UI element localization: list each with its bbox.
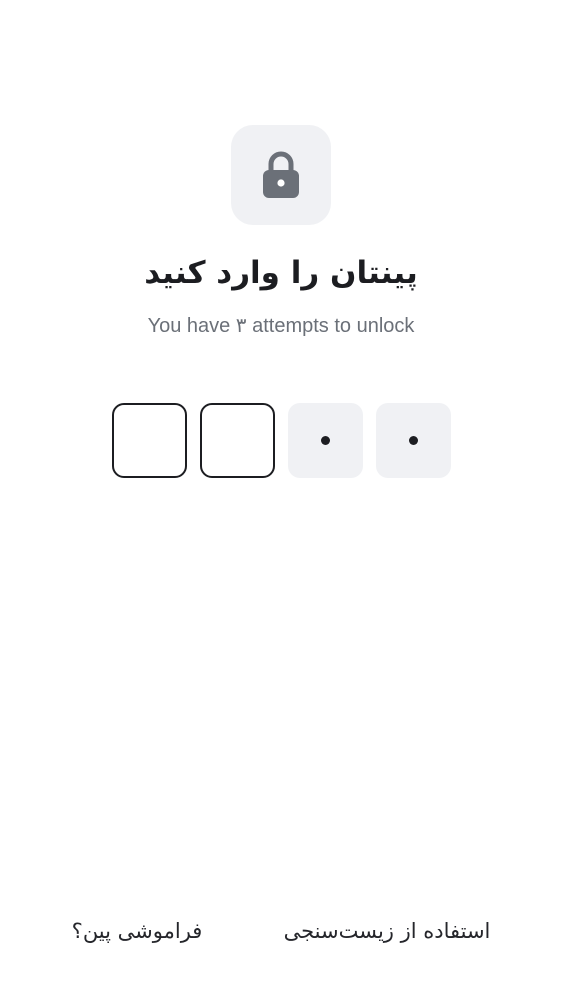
pin-input-row[interactable] bbox=[112, 403, 451, 478]
pin-slot-3[interactable] bbox=[288, 403, 363, 478]
lock-icon bbox=[262, 151, 300, 199]
use-biometric-link[interactable]: استفاده از زیست‌سنجی bbox=[282, 912, 492, 950]
attempts-subtitle: You have ۳ attempts to unlock bbox=[147, 315, 415, 337]
pin-entry-screen: پینتان را وارد کنید You have ۳ attempts … bbox=[0, 0, 562, 1000]
pin-dot bbox=[321, 436, 330, 445]
pin-slot-2[interactable] bbox=[200, 403, 275, 478]
forgot-pin-link[interactable]: فراموشی پین؟ bbox=[70, 912, 204, 950]
lock-icon-tile bbox=[231, 125, 331, 225]
page-title: پینتان را وارد کنید bbox=[144, 255, 418, 291]
pin-slot-4[interactable] bbox=[376, 403, 451, 478]
pin-slot-1[interactable] bbox=[112, 403, 187, 478]
pin-dot bbox=[409, 436, 418, 445]
